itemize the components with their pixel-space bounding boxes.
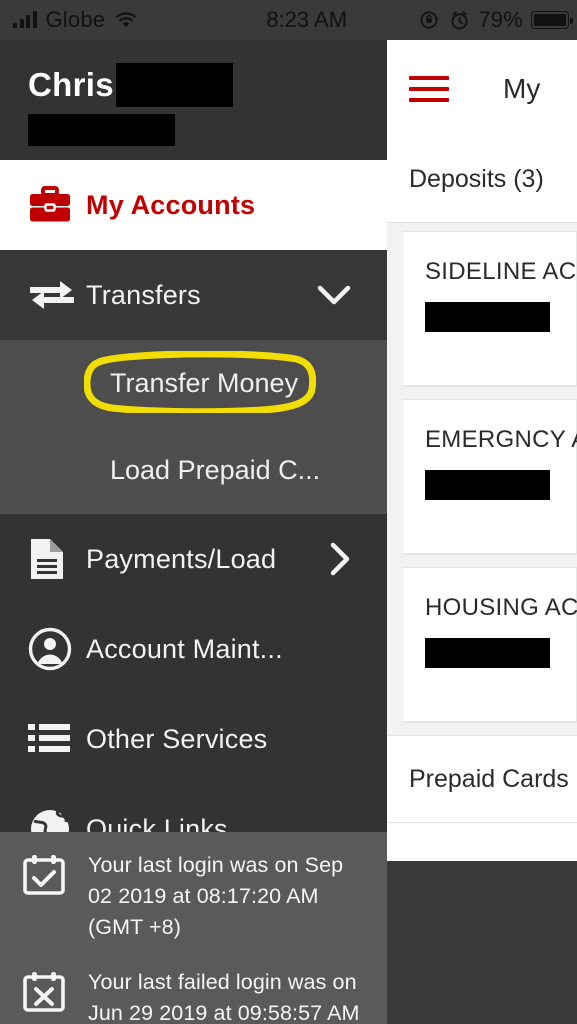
status-bar: Globe 8:23 AM 79% — [0, 0, 577, 40]
sidebar-item-my-accounts[interactable]: My Accounts — [0, 160, 387, 250]
account-balance-redacted — [425, 470, 550, 500]
wifi-icon — [114, 11, 138, 29]
app-bar-title: My — [503, 72, 541, 104]
user-first-name: Chris — [28, 66, 114, 103]
user-lastname-redacted — [115, 63, 233, 107]
chevron-down-icon — [317, 284, 351, 306]
sidebar-item-other-services[interactable]: Other Services — [0, 694, 387, 784]
hamburger-menu-icon[interactable] — [409, 75, 449, 102]
accounts-content-panel: My Deposits (3) SIDELINE AC EMERGNCY A H… — [387, 40, 577, 1024]
list-icon — [28, 722, 86, 756]
account-card-body: HOUSING AC — [403, 568, 577, 721]
sidebar-subitem-label: Load Prepaid C... — [110, 455, 321, 485]
sidebar-subitem-label: Transfer Money — [110, 368, 299, 398]
status-bar-left: Globe — [0, 7, 230, 33]
accounts-list: SIDELINE AC EMERGNCY A HOUSING AC — [387, 223, 577, 722]
content-dim-overlay — [387, 861, 577, 1024]
content-spacer — [387, 823, 577, 861]
account-card[interactable]: HOUSING AC — [403, 567, 577, 722]
sidebar-item-transfers[interactable]: Transfers — [0, 250, 387, 340]
status-bar-right: 79% — [419, 7, 577, 33]
clock-label: 8:23 AM — [266, 7, 348, 32]
account-name: EMERGNCY A — [425, 426, 577, 453]
account-name: HOUSING AC — [425, 594, 577, 621]
rotation-lock-icon — [419, 9, 441, 31]
transfers-submenu: Transfer Money Load Prepaid C... — [0, 340, 387, 514]
deposits-section-header: Deposits (3) — [387, 137, 577, 223]
last-failed-login-text: Your last failed login was on Jun 29 201… — [88, 970, 360, 1024]
battery-percent-label: 79% — [478, 7, 523, 32]
last-login-text: Your last login was on Sep 02 2019 at 08… — [88, 853, 344, 939]
status-bar-center: 8:23 AM — [230, 7, 419, 33]
app-screenshot: Globe 8:23 AM 79% My Deposits (3) SIDELI… — [0, 0, 577, 1024]
account-card[interactable]: SIDELINE AC — [403, 231, 577, 386]
sidebar-item-label: My Accounts — [86, 189, 256, 220]
user-detail-redacted — [28, 114, 175, 146]
briefcase-icon — [28, 186, 86, 224]
transfer-arrows-icon — [28, 275, 86, 315]
carrier-label: Globe — [45, 7, 106, 32]
sidebar-subitem-load-prepaid-card[interactable]: Load Prepaid C... — [0, 427, 387, 514]
account-card-body: SIDELINE AC — [403, 232, 576, 385]
sidebar-item-account-maintenance[interactable]: Account Maint... — [0, 604, 387, 694]
user-circle-icon — [28, 627, 86, 671]
last-failed-login-row: Your last failed login was on Jun 29 201… — [22, 967, 373, 1024]
navigation-drawer: Chris My Accounts Transfers Transfer Mon… — [0, 40, 387, 1024]
calendar-x-icon — [22, 967, 70, 1014]
sidebar-item-label: Transfers — [86, 279, 201, 310]
alarm-clock-icon — [449, 10, 470, 31]
app-bar: My — [387, 40, 577, 137]
cellular-signal-icon — [13, 11, 37, 28]
sidebar-item-label: Other Services — [86, 723, 268, 754]
document-icon — [28, 537, 86, 581]
account-card-body: EMERGNCY A — [403, 400, 577, 553]
sidebar-item-label: Payments/Load — [86, 543, 277, 574]
sidebar-subitem-transfer-money[interactable]: Transfer Money — [0, 340, 387, 427]
user-profile-block: Chris — [0, 40, 387, 160]
chevron-right-icon — [329, 542, 351, 576]
account-balance-redacted — [425, 302, 550, 332]
user-name-row: Chris — [28, 62, 387, 108]
last-login-row: Your last login was on Sep 02 2019 at 08… — [22, 850, 373, 943]
battery-icon — [531, 11, 573, 29]
account-balance-redacted — [425, 638, 550, 668]
account-name: SIDELINE AC — [425, 258, 577, 285]
prepaid-cards-section-header: Prepaid Cards — [387, 735, 577, 823]
calendar-check-icon — [22, 850, 70, 897]
account-card[interactable]: EMERGNCY A — [403, 399, 577, 554]
sidebar-item-payments-load[interactable]: Payments/Load — [0, 514, 387, 604]
sidebar-item-label: Account Maint... — [86, 633, 283, 664]
login-info-footer: Your last login was on Sep 02 2019 at 08… — [0, 832, 387, 1024]
